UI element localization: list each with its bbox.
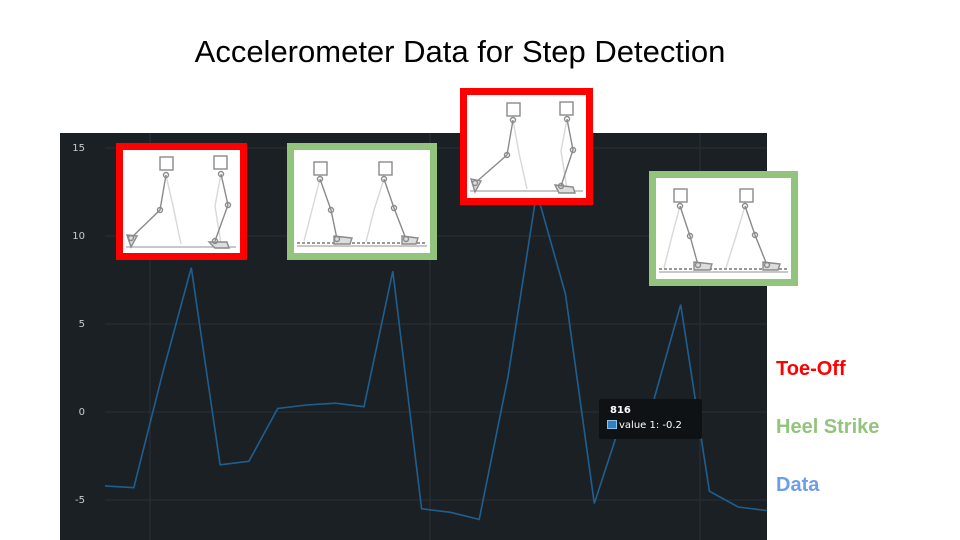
- heel-strike-illustration-2: [649, 171, 798, 286]
- gait-figure-icon: [659, 188, 788, 273]
- data-point[interactable]: [132, 486, 136, 490]
- slide-title: Accelerometer Data for Step Detection: [194, 34, 726, 69]
- data-point[interactable]: [420, 507, 424, 511]
- gait-figure-icon: [469, 101, 583, 194]
- data-point[interactable]: [506, 375, 510, 379]
- chart-tooltip: 816 value 1: -0.2: [599, 399, 702, 439]
- data-point[interactable]: [477, 517, 481, 521]
- tooltip-series-row: value 1: -0.2: [607, 420, 682, 431]
- data-point[interactable]: [707, 489, 711, 493]
- data-point[interactable]: [765, 509, 767, 513]
- y-tick-label: 10: [72, 231, 85, 242]
- data-point[interactable]: [218, 463, 222, 467]
- data-point[interactable]: [247, 459, 251, 463]
- y-tick-label: -5: [75, 495, 85, 506]
- y-tick-label: 0: [79, 407, 85, 418]
- heel-strike-illustration-1: [287, 143, 437, 260]
- tooltip-x-value: 816: [610, 405, 631, 416]
- data-point[interactable]: [448, 510, 452, 514]
- data-point[interactable]: [161, 371, 165, 375]
- data-point[interactable]: [103, 484, 107, 488]
- data-point[interactable]: [276, 406, 280, 410]
- legend-toe-off: Toe-Off: [776, 358, 846, 380]
- data-point[interactable]: [362, 405, 366, 409]
- data-point[interactable]: [189, 266, 193, 270]
- data-point[interactable]: [391, 269, 395, 273]
- data-point[interactable]: [736, 505, 740, 509]
- data-point[interactable]: [333, 401, 337, 405]
- data-point[interactable]: [592, 502, 596, 506]
- toe-off-illustration-2: [460, 88, 593, 205]
- gait-figure-icon: [125, 155, 236, 249]
- gait-figure-icon: [297, 161, 427, 247]
- y-tick-label: 5: [79, 319, 85, 330]
- data-point[interactable]: [679, 303, 683, 307]
- legend-data: Data: [776, 474, 820, 496]
- data-point[interactable]: [564, 292, 568, 296]
- tooltip-series-value: value 1: -0.2: [619, 420, 682, 431]
- series-swatch: [607, 420, 617, 429]
- legend-heel-strike: Heel Strike: [776, 416, 880, 438]
- data-point[interactable]: [304, 403, 308, 407]
- y-tick-label: 15: [72, 143, 85, 154]
- toe-off-illustration-1: [116, 143, 247, 260]
